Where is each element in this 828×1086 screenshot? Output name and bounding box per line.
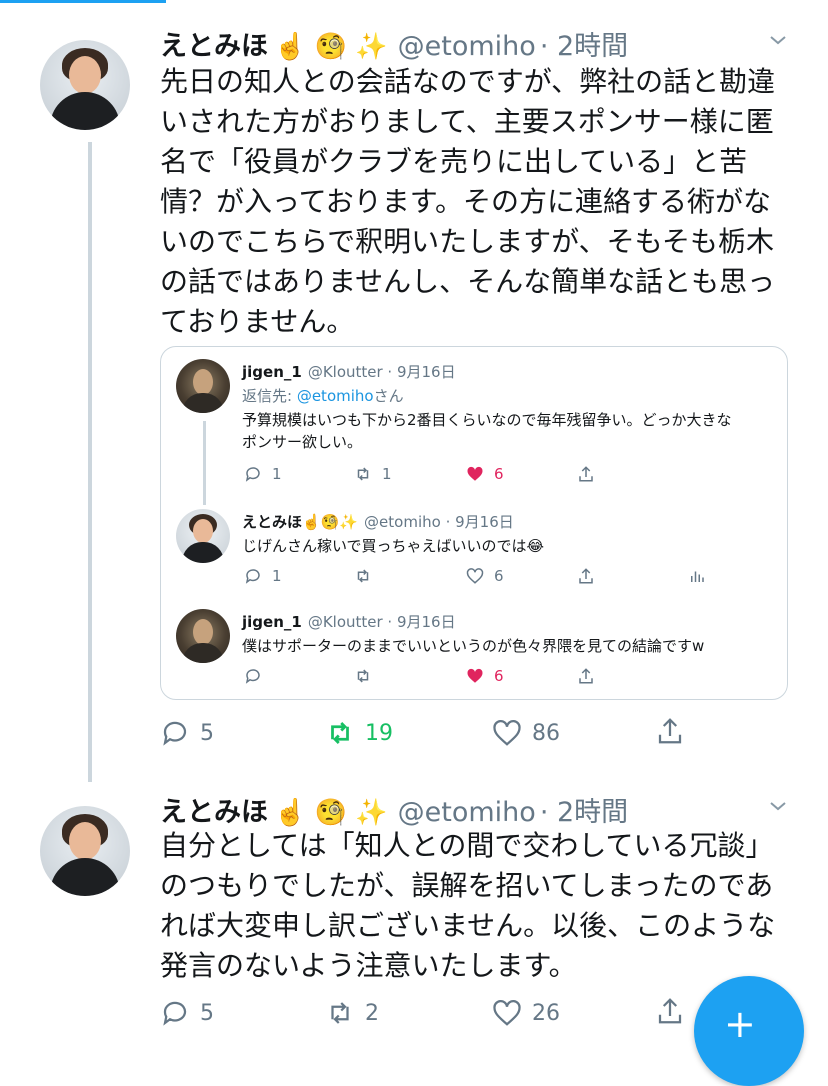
quote-text: 予算規模はいつも下から2番目くらいなので毎年残留争い。どっか大きな ポンサー欲し…	[242, 411, 732, 451]
heart-outline-icon	[466, 568, 484, 584]
user-handle[interactable]: @Kloutter · 9月16日	[308, 363, 456, 381]
reply-icon	[245, 569, 260, 584]
like-button[interactable]: 86	[492, 718, 560, 748]
reply-count: 5	[200, 720, 214, 746]
share-icon	[579, 668, 593, 684]
user-handle[interactable]: @etomiho	[398, 797, 536, 828]
compose-tweet-button[interactable]: +	[694, 976, 804, 1086]
name-emoji: ☝️ 🧐 ✨	[274, 798, 388, 828]
avatar[interactable]	[40, 40, 130, 130]
reply-icon	[245, 467, 260, 482]
reply-to-label: 返信先: @etomihoさん	[242, 387, 404, 405]
reply-count: 5	[200, 1000, 214, 1026]
reply-button[interactable]: 5	[160, 998, 214, 1028]
like-button[interactable]: 6	[466, 667, 504, 685]
avatar[interactable]	[176, 609, 230, 663]
avatar[interactable]	[40, 806, 130, 896]
reply-button[interactable]: 1	[244, 465, 282, 483]
quote-text: 僕はサポーターのままでいいというのが色々界隈を見ての結論ですw	[242, 637, 705, 655]
display-name[interactable]: えとみほ	[160, 31, 268, 62]
reply-button[interactable]	[244, 667, 262, 685]
compose-feather-icon: +	[724, 1002, 756, 1046]
share-icon	[658, 998, 682, 1024]
retweet-button[interactable]: 2	[325, 998, 379, 1028]
analytics-icon	[691, 571, 704, 582]
top-progress-bar	[0, 0, 166, 3]
analytics-button[interactable]	[688, 567, 706, 585]
reply-icon	[245, 669, 260, 684]
reply-icon	[163, 1001, 187, 1026]
quoted-thread-card[interactable]: jigen_1 @Kloutter · 9月16日 返信先: @etomihoさん…	[160, 346, 788, 700]
chevron-down-icon[interactable]	[768, 796, 788, 816]
timestamp[interactable]: · 2時間	[540, 31, 628, 62]
reply-button[interactable]: 1	[244, 567, 282, 585]
quote-text: じげんさん稼いで買っちゃえばいいのでは😂	[242, 537, 545, 555]
chevron-down-icon[interactable]	[768, 30, 788, 50]
reply-to-link[interactable]: @etomiho	[297, 387, 374, 405]
name-emoji: ☝️ 🧐 ✨	[274, 32, 388, 62]
display-name[interactable]: jigen_1	[242, 363, 302, 381]
heart-outline-icon	[493, 720, 521, 746]
tweet-header: えとみほ ☝️ 🧐 ✨ @etomiho · 2時間	[160, 24, 628, 63]
retweet-icon	[357, 569, 369, 583]
retweet-icon	[357, 669, 369, 683]
like-button[interactable]: 6	[466, 465, 504, 483]
heart-filled-icon	[467, 668, 483, 683]
share-button[interactable]	[577, 567, 595, 585]
retweet-icon	[331, 1002, 349, 1024]
name-emoji: ☝️🧐✨	[302, 513, 359, 531]
reply-icon	[163, 721, 187, 746]
retweet-count: 19	[365, 720, 393, 746]
like-button[interactable]: 26	[492, 998, 560, 1028]
retweet-button[interactable]: 19	[325, 718, 393, 748]
avatar[interactable]	[176, 509, 230, 563]
reply-button[interactable]: 5	[160, 718, 214, 748]
quote-header: jigen_1 @Kloutter · 9月16日	[242, 611, 456, 632]
display-name[interactable]: えとみほ	[242, 513, 302, 531]
timestamp[interactable]: · 2時間	[540, 797, 628, 828]
quote-header: jigen_1 @Kloutter · 9月16日	[242, 361, 456, 382]
thread-connector-line	[203, 421, 206, 505]
like-button[interactable]: 6	[466, 567, 504, 585]
retweet-button[interactable]	[354, 667, 372, 685]
user-handle[interactable]: @etomiho · 9月16日	[364, 513, 514, 531]
user-handle[interactable]: @Kloutter · 9月16日	[308, 613, 456, 631]
avatar[interactable]	[176, 359, 230, 413]
share-icon	[579, 466, 593, 482]
user-handle[interactable]: @etomiho	[398, 31, 536, 62]
heart-filled-icon	[467, 466, 483, 481]
like-count: 26	[532, 1000, 560, 1026]
share-button[interactable]	[655, 716, 685, 746]
retweet-button[interactable]	[354, 567, 372, 585]
display-name[interactable]: jigen_1	[242, 613, 302, 631]
retweet-button[interactable]: 1	[354, 465, 392, 483]
like-count: 86	[532, 720, 560, 746]
retweet-icon	[331, 722, 349, 744]
retweet-icon	[357, 467, 369, 481]
tweet-header: えとみほ ☝️ 🧐 ✨ @etomiho · 2時間	[160, 790, 628, 829]
share-button[interactable]	[577, 667, 595, 685]
share-icon	[579, 568, 593, 584]
thread-connector-line	[88, 142, 92, 782]
quote-header: えとみほ☝️🧐✨ @etomiho · 9月16日	[242, 511, 514, 532]
retweet-count: 2	[365, 1000, 379, 1026]
tweet-text: 自分としては「知人との間で交わしている冗談」 のつもりでしたが、誤解を招いてしま…	[160, 829, 776, 982]
share-icon	[658, 718, 682, 744]
heart-outline-icon	[493, 1000, 521, 1026]
tweet-text: 先日の知人との会話なのですが、弊社の話と勘違 いされた方がおりまして、主要スポン…	[160, 65, 776, 338]
display-name[interactable]: えとみほ	[160, 797, 268, 828]
share-button[interactable]	[655, 996, 685, 1026]
share-button[interactable]	[577, 465, 595, 483]
